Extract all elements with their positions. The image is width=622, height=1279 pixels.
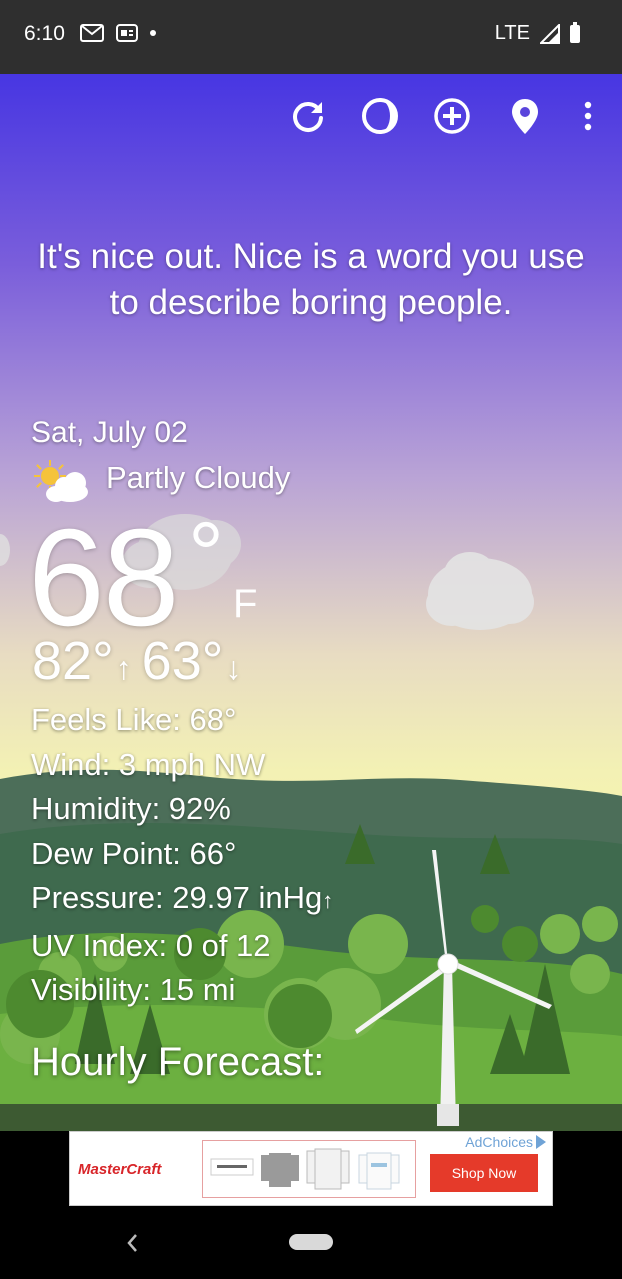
more-options-button[interactable] <box>568 96 608 136</box>
uv-index: UV Index: 0 of 12 <box>31 927 271 963</box>
high-temperature: 82° <box>32 631 114 691</box>
dew-point: Dew Point: 66° <box>31 835 237 871</box>
weather-quote: It's nice out. Nice is a word you use to… <box>37 237 585 322</box>
theme-icon <box>362 98 398 134</box>
notification-dot-icon <box>150 30 156 36</box>
ad-choices[interactable]: AdChoices <box>465 1134 546 1150</box>
temperature-degree-symbol: ° <box>188 505 224 605</box>
shop-now-button[interactable]: Shop Now <box>430 1154 538 1192</box>
weather-details: Feels Like: 68° Wind: 3 mph NW Humidity:… <box>31 698 333 1013</box>
status-time: 6:10 <box>24 22 65 45</box>
back-icon[interactable] <box>124 1231 140 1255</box>
ad-product-images[interactable] <box>202 1140 416 1198</box>
status-bar: 6:10 LTE <box>0 0 622 74</box>
ad-choices-icon <box>536 1135 546 1149</box>
product-shirts-image <box>210 1148 400 1190</box>
feels-like: Feels Like: 68° <box>31 702 237 737</box>
gmail-icon <box>80 24 104 42</box>
pressure: Pressure: 29.97 inHg <box>31 880 323 915</box>
low-temperature: 63° <box>141 631 224 691</box>
network-type: LTE <box>494 22 530 44</box>
pressure-row: Pressure: 29.97 inHg↑ <box>31 876 333 924</box>
visibility: Visibility: 15 mi <box>31 972 236 1007</box>
add-location-button[interactable] <box>432 96 472 136</box>
battery-icon <box>570 21 580 43</box>
refresh-button[interactable] <box>288 96 328 136</box>
top-toolbar <box>0 96 622 140</box>
refresh-icon <box>293 102 323 132</box>
weather-screen: 6:10 LTE It's nice out. Nice is a word y… <box>0 0 622 1279</box>
pressure-trend-icon: ↑ <box>322 888 334 913</box>
status-notification-icons <box>80 24 156 42</box>
weather-condition: Partly Cloudy <box>106 460 291 495</box>
high-low-temperature: 82° ↑ 63° ↓ <box>32 630 251 692</box>
status-system-icons: LTE <box>494 21 580 45</box>
google-news-icon <box>116 24 138 42</box>
navigation-bar <box>0 1211 622 1279</box>
high-arrow-icon: ↑ <box>115 650 132 686</box>
location-button[interactable] <box>505 96 545 136</box>
home-gesture-pill[interactable] <box>289 1234 333 1250</box>
add-location-icon <box>434 98 470 134</box>
low-arrow-icon: ↓ <box>225 650 242 686</box>
location-pin-icon <box>512 99 538 134</box>
humidity: Humidity: 92% <box>31 791 231 826</box>
banner-ad[interactable]: MasterCraft AdChoices Shop Now <box>69 1131 553 1206</box>
temperature-unit: F <box>233 582 258 626</box>
hourly-forecast-heading: Hourly Forecast: <box>31 1040 325 1084</box>
ad-brand: MasterCraft <box>78 1161 162 1178</box>
forecast-date: Sat, July 02 <box>31 416 188 449</box>
ad-choices-label: AdChoices <box>465 1134 533 1150</box>
wind: Wind: 3 mph NW <box>31 746 266 782</box>
theme-button[interactable] <box>360 96 400 136</box>
signal-icon <box>540 23 560 44</box>
more-options-icon <box>584 101 592 131</box>
